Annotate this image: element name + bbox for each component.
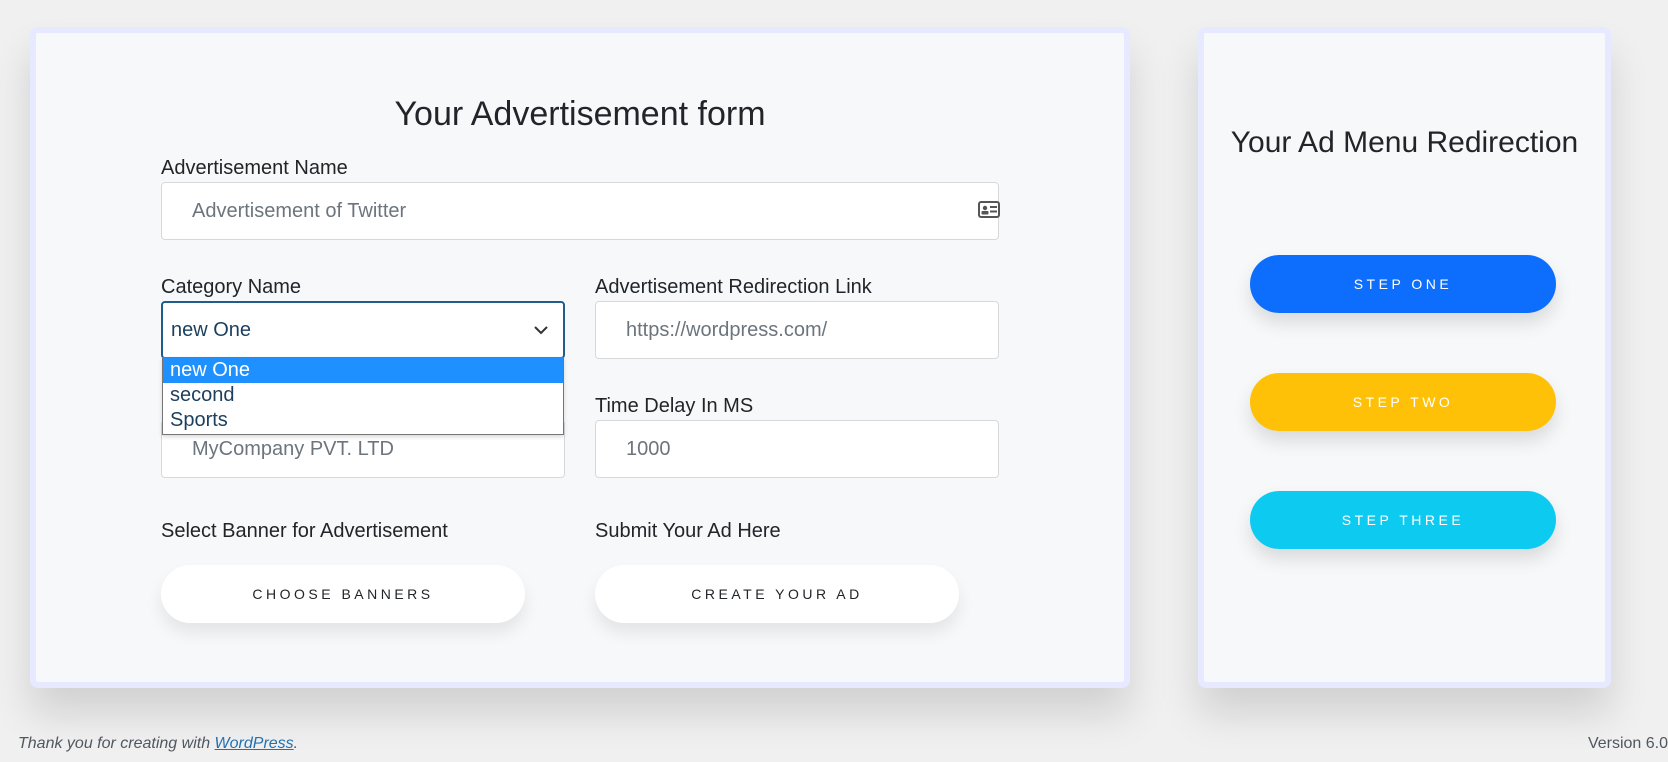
ad-name-label: Advertisement Name (161, 157, 348, 179)
ad-name-input[interactable] (161, 182, 999, 240)
footer-thanks: Thank you for creating with WordPress. (18, 735, 298, 753)
step-one-button[interactable]: Step One (1250, 255, 1556, 313)
redirect-link-input[interactable] (595, 301, 999, 359)
footer-thanks-suffix: . (293, 735, 299, 752)
id-card-icon (978, 201, 1000, 218)
chevron-down-icon (534, 326, 548, 335)
category-dropdown-list: new One second Sports (162, 357, 564, 435)
page: Your Advertisement form Advertisement Na… (0, 0, 1668, 762)
side-title: Your Ad Menu Redirection (1230, 126, 1579, 159)
category-label: Category Name (161, 276, 302, 298)
footer-version: Version 6.0 (1587, 735, 1668, 752)
ad-menu-redirection-card: Your Ad Menu Redirection Step One Step T… (1198, 27, 1611, 688)
form-title: Your Advertisement form (394, 95, 766, 133)
category-selected-value: new One (171, 318, 252, 341)
create-your-ad-button[interactable]: Create Your Ad (595, 565, 959, 623)
footer-thanks-prefix: Thank you for creating with (18, 735, 211, 752)
category-option-second[interactable]: second (163, 383, 563, 408)
time-delay-input[interactable] (595, 420, 999, 478)
category-select[interactable]: new One (161, 301, 565, 359)
step-three-button[interactable]: Step Three (1250, 491, 1556, 549)
step-two-button[interactable]: Step Two (1250, 373, 1556, 431)
category-option-new-one[interactable]: new One (163, 358, 563, 383)
submit-label: Submit Your Ad Here (595, 520, 781, 542)
banner-label: Select Banner for Advertisement (161, 520, 448, 542)
redirect-link-label: Advertisement Redirection Link (595, 276, 872, 298)
advertisement-form-card: Your Advertisement form Advertisement Na… (30, 27, 1130, 688)
time-delay-label: Time Delay In MS (595, 395, 754, 417)
choose-banners-button[interactable]: Choose Banners (161, 565, 525, 623)
wordpress-link[interactable]: WordPress (215, 735, 294, 752)
category-option-sports[interactable]: Sports (163, 408, 563, 433)
